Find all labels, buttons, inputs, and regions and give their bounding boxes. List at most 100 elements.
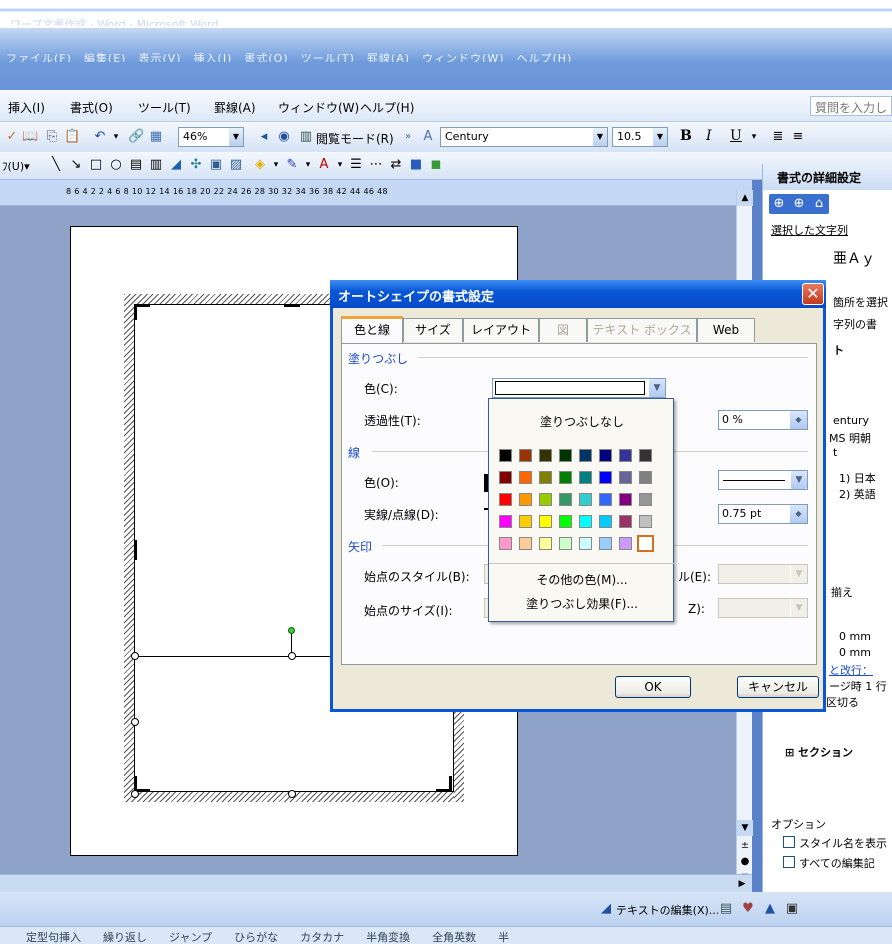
tab-size[interactable]: サイズ bbox=[403, 318, 463, 342]
reading-mode-icon[interactable]: ▥ bbox=[298, 129, 314, 145]
copy-icon[interactable]: ⎘ bbox=[44, 129, 60, 145]
color-swatch[interactable] bbox=[619, 471, 632, 484]
bold-button[interactable]: B bbox=[680, 128, 692, 144]
color-swatch[interactable] bbox=[579, 515, 592, 528]
status-icon-1[interactable]: ▤ bbox=[718, 901, 734, 917]
menu-window[interactable]: ウィンドウ(W) bbox=[278, 99, 359, 116]
vertical-textbox-icon[interactable]: ▥ bbox=[148, 157, 164, 173]
color-swatch[interactable] bbox=[599, 515, 612, 528]
spelling-icon[interactable]: ✓ bbox=[4, 129, 20, 145]
rotation-handle[interactable] bbox=[288, 627, 295, 634]
color-swatch[interactable] bbox=[579, 449, 592, 462]
horizontal-scrollbar[interactable]: ▶ bbox=[0, 874, 752, 892]
browse-object-icon[interactable]: ● bbox=[737, 854, 753, 870]
font-size-dropdown-icon[interactable]: ▼ bbox=[653, 128, 667, 146]
wordart-icon[interactable]: ◢ bbox=[168, 157, 184, 173]
menu-help[interactable]: ヘルプ(H) bbox=[360, 99, 414, 116]
no-fill-option[interactable]: 塗りつぶしなし bbox=[489, 413, 675, 430]
menu-table[interactable]: 罫線(A) bbox=[214, 99, 256, 116]
toolbar-options-icon[interactable]: » bbox=[400, 129, 416, 145]
tab-colors-lines[interactable]: 色と線 bbox=[341, 316, 403, 344]
underline-dropdown-icon[interactable]: ▾ bbox=[746, 129, 762, 145]
line-style-select[interactable]: ▼ bbox=[718, 470, 808, 490]
italic-button[interactable]: I bbox=[706, 128, 712, 144]
color-swatch[interactable] bbox=[499, 515, 512, 528]
align-center-icon[interactable]: ≡ bbox=[790, 129, 806, 145]
forward-icon[interactable]: ⊕ bbox=[791, 196, 807, 212]
show-all-marks-checkbox[interactable] bbox=[783, 856, 795, 868]
color-swatch[interactable] bbox=[539, 449, 552, 462]
color-swatch[interactable] bbox=[519, 493, 532, 506]
underline-button[interactable]: U bbox=[730, 128, 742, 144]
resize-handle[interactable] bbox=[131, 652, 139, 660]
font-size-select[interactable]: 10.5 ▼ bbox=[612, 127, 668, 147]
fill-color-dropdown-icon[interactable]: ▾ bbox=[268, 157, 284, 173]
scroll-down-icon[interactable]: ▼ bbox=[737, 820, 753, 836]
color-swatch[interactable] bbox=[499, 493, 512, 506]
close-icon[interactable]: ✕ bbox=[802, 283, 824, 305]
color-swatch[interactable] bbox=[579, 471, 592, 484]
align-left-icon[interactable]: ≣ bbox=[770, 129, 786, 145]
color-swatch[interactable] bbox=[639, 515, 652, 528]
line-style-icon[interactable]: ☰ bbox=[348, 157, 364, 173]
zoom-dropdown-icon[interactable]: ▼ bbox=[229, 128, 243, 146]
rectangle-icon[interactable]: □ bbox=[88, 157, 104, 173]
hyperlink-icon[interactable]: 🔗 bbox=[128, 129, 144, 145]
line-weight-spinner-icon[interactable]: ◆ bbox=[790, 505, 807, 523]
color-swatch[interactable] bbox=[539, 493, 552, 506]
color-swatch[interactable] bbox=[519, 515, 532, 528]
line-weight-input[interactable]: 0.75 pt ◆ bbox=[718, 504, 808, 524]
color-swatch[interactable] bbox=[599, 537, 612, 550]
color-swatch[interactable] bbox=[559, 515, 572, 528]
resize-handle[interactable] bbox=[288, 790, 296, 798]
table-icon[interactable]: ▦ bbox=[148, 129, 164, 145]
arrow-icon[interactable]: ↘ bbox=[68, 157, 84, 173]
tab-layout[interactable]: レイアウト bbox=[463, 318, 539, 342]
color-swatch[interactable] bbox=[499, 449, 512, 462]
show-style-name-checkbox[interactable] bbox=[783, 836, 795, 848]
autoshape-menu-icon[interactable]: ﾌ(U)▾ bbox=[2, 158, 30, 174]
oval-icon[interactable]: ○ bbox=[108, 157, 124, 173]
clipart-icon[interactable]: ▣ bbox=[208, 157, 224, 173]
textbox-icon[interactable]: ▤ bbox=[128, 157, 144, 173]
back-icon[interactable]: ⊕ bbox=[771, 196, 787, 212]
color-swatch[interactable] bbox=[619, 537, 632, 550]
resize-handle[interactable] bbox=[288, 652, 296, 660]
fill-effects-option[interactable]: 塗りつぶし効果(F)... bbox=[489, 595, 675, 612]
color-swatch[interactable] bbox=[619, 515, 632, 528]
color-swatch[interactable] bbox=[559, 493, 572, 506]
zoom-select[interactable]: 46% ▼ bbox=[178, 127, 244, 147]
color-swatch[interactable] bbox=[599, 449, 612, 462]
style-icon[interactable]: A bbox=[420, 129, 436, 145]
tab-web[interactable]: Web bbox=[697, 318, 755, 342]
drawing-icon[interactable]: ◂ bbox=[256, 129, 272, 145]
status-icon-2[interactable]: ♥ bbox=[740, 901, 756, 917]
undo-dropdown-icon[interactable]: ▾ bbox=[108, 129, 124, 145]
color-swatch[interactable] bbox=[619, 449, 632, 462]
color-swatch[interactable] bbox=[639, 449, 652, 462]
shadow-icon[interactable]: ■ bbox=[408, 157, 424, 173]
reading-mode-button[interactable]: 閲覧モード(R) bbox=[316, 130, 394, 147]
resize-handle[interactable] bbox=[131, 718, 139, 726]
status-icon-3[interactable]: ▲ bbox=[762, 901, 778, 917]
3d-icon[interactable]: ◼ bbox=[428, 157, 444, 173]
color-swatch[interactable] bbox=[499, 537, 512, 550]
font-color-dropdown-icon[interactable]: ▾ bbox=[332, 157, 348, 173]
arrow-style-icon[interactable]: ⇄ bbox=[388, 157, 404, 173]
menu-format[interactable]: 書式(O) bbox=[70, 99, 113, 116]
color-swatch[interactable] bbox=[519, 537, 532, 550]
resize-handle[interactable] bbox=[131, 790, 139, 798]
help-icon[interactable]: ◉ bbox=[276, 129, 292, 145]
font-name-dropdown-icon[interactable]: ▼ bbox=[593, 128, 607, 146]
transparency-spinner-icon[interactable]: ◆ bbox=[790, 411, 807, 429]
menu-tools[interactable]: ツール(T) bbox=[138, 99, 191, 116]
line-style-dropdown-icon[interactable]: ▼ bbox=[790, 471, 807, 489]
color-swatch[interactable] bbox=[499, 471, 512, 484]
font-name-select[interactable]: Century ▼ bbox=[440, 127, 608, 147]
color-swatch[interactable] bbox=[519, 471, 532, 484]
color-swatch[interactable] bbox=[539, 537, 552, 550]
transparency-input[interactable]: 0 % ◆ bbox=[718, 410, 808, 430]
research-icon[interactable]: 📖 bbox=[22, 129, 38, 145]
fill-color-dropdown-icon[interactable]: ▼ bbox=[648, 379, 665, 397]
fill-color-icon[interactable]: ◈ bbox=[252, 157, 268, 173]
